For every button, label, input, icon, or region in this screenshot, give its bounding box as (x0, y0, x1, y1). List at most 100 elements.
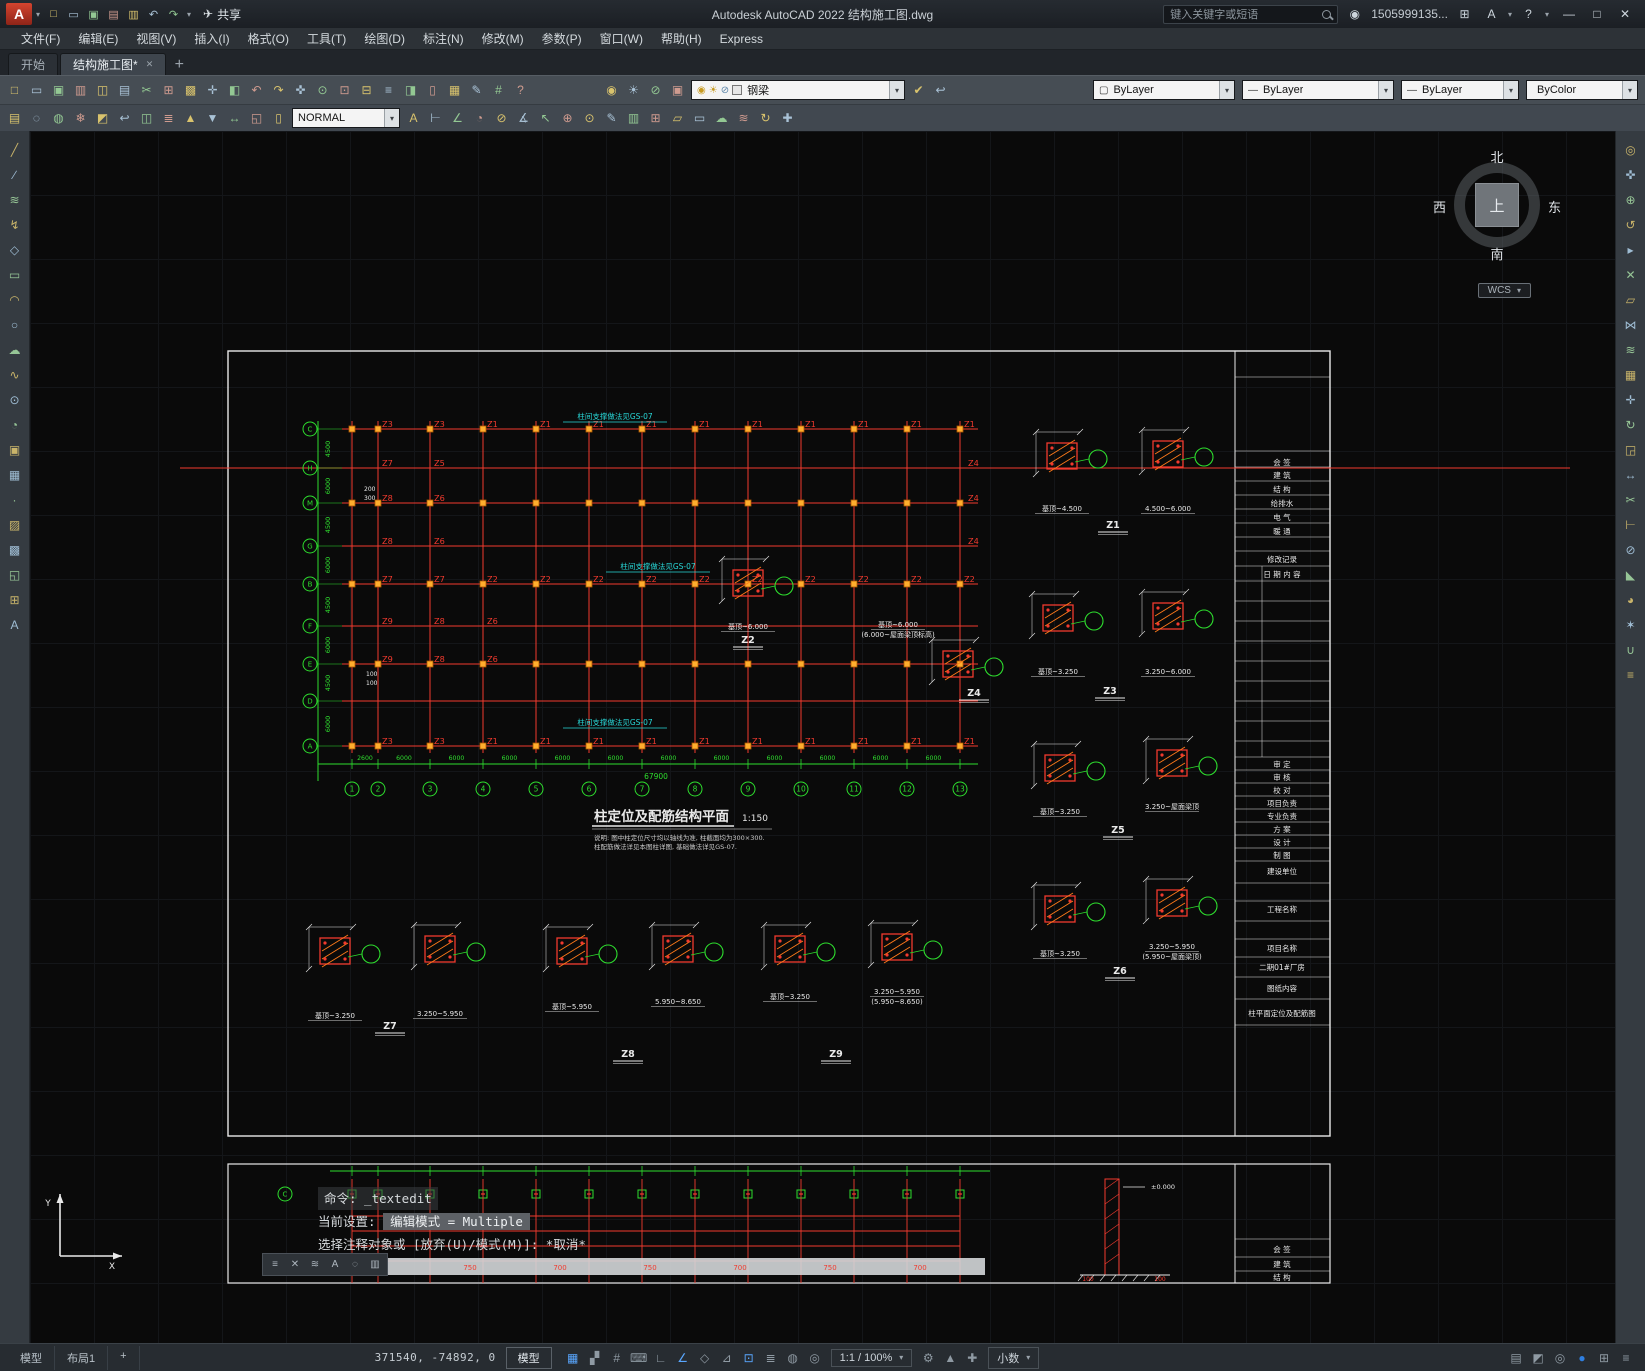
break-icon[interactable]: ⊘ (1619, 539, 1643, 561)
menu-item[interactable]: 格式(O) (239, 28, 298, 49)
annotation-scale-control[interactable]: 1:1 / 100% ▾ (830, 1348, 913, 1367)
draw-order-front-icon[interactable]: ▲ (180, 108, 201, 129)
menu-item[interactable]: 插入(I) (185, 28, 238, 49)
tolerance-icon[interactable]: ⊕ (557, 108, 578, 129)
copy-icon[interactable]: ⊞ (158, 80, 179, 101)
plot-preview-icon[interactable]: ◫ (92, 80, 113, 101)
designcenter-icon[interactable]: ◨ (400, 80, 421, 101)
menu-item[interactable]: 视图(V) (127, 28, 185, 49)
menu-item[interactable]: 标注(N) (414, 28, 473, 49)
properties-icon[interactable]: ≡ (1619, 664, 1643, 686)
model-space-button[interactable]: 模型 (505, 1346, 552, 1369)
offset-icon[interactable]: ≋ (1619, 339, 1643, 361)
dim-diameter-icon[interactable]: ⊘ (491, 108, 512, 129)
viewcube-east-label[interactable]: 东 (1548, 197, 1561, 216)
tab-drawing[interactable]: 结构施工图* ✕ (60, 53, 167, 75)
markup-icon[interactable]: ✎ (466, 80, 487, 101)
transparency-icon[interactable]: ◍ (782, 1348, 804, 1368)
user-icon[interactable]: ◉ (1344, 4, 1365, 25)
app-store-icon[interactable]: ⊞ (1454, 4, 1475, 25)
point-tool[interactable]: · (3, 489, 27, 511)
dim-update-icon[interactable]: ↻ (755, 108, 776, 129)
line-tool[interactable]: ╱ (3, 139, 27, 161)
pan-icon[interactable]: ✜ (290, 80, 311, 101)
clean-screen-icon[interactable]: ⊞ (1593, 1348, 1615, 1368)
dim-edit-icon[interactable]: ✎ (601, 108, 622, 129)
customization-icon[interactable]: ≡ (1615, 1348, 1637, 1368)
combo-caret-icon[interactable]: ▾ (1378, 81, 1393, 99)
explode-icon[interactable]: ✶ (1619, 614, 1643, 636)
block-editor-icon[interactable]: ◧ (224, 80, 245, 101)
text-style-caret-icon[interactable]: ▾ (384, 109, 399, 127)
leader-icon[interactable]: ↖ (535, 108, 556, 129)
app-menu-caret-icon[interactable]: ▾ (36, 10, 40, 19)
quick-properties-icon[interactable]: ▤ (1505, 1348, 1527, 1368)
zoom-window-icon[interactable]: ⊡ (334, 80, 355, 101)
new-layout-tab[interactable]: + (108, 1345, 140, 1370)
tab-start[interactable]: 开始 (8, 53, 59, 75)
make-object-layer-current-icon[interactable]: ✔ (908, 80, 929, 101)
show-motion-icon[interactable]: ▸ (1619, 239, 1643, 261)
layer-lock2-icon[interactable]: ◩ (92, 108, 113, 129)
navigation-wheel-icon[interactable]: ◎ (1619, 139, 1643, 161)
linetype-control[interactable]: — ByLayer ▾ (1242, 80, 1394, 100)
xline-tool[interactable]: ∕ (3, 164, 27, 186)
sheet-set-icon[interactable]: ▦ (444, 80, 465, 101)
dim-radius-icon[interactable]: ◔ (469, 108, 490, 129)
command-dock[interactable]: ≡ ✕ ≋ A ◌ ▥ (262, 1253, 388, 1276)
menu-item[interactable]: Express (711, 30, 772, 48)
scale-icon[interactable]: ◲ (1619, 439, 1643, 461)
selection-cycling-icon[interactable]: ◎ (804, 1348, 826, 1368)
stretch-icon[interactable]: ↔ (1619, 464, 1643, 486)
layer-properties-icon[interactable]: ▤ (4, 108, 25, 129)
measure-icon[interactable]: ↔ (224, 108, 245, 129)
qnew-icon[interactable]: □ (4, 80, 25, 101)
menu-item[interactable]: 绘图(D) (355, 28, 414, 49)
minimize-button[interactable]: — (1555, 4, 1583, 25)
ortho-icon[interactable]: ∟ (650, 1348, 672, 1368)
tool-palettes-icon[interactable]: ▯ (422, 80, 443, 101)
menu-item[interactable]: 文件(F) (12, 28, 69, 49)
orbit-icon[interactable]: ↺ (1619, 214, 1643, 236)
draw-order-back-icon[interactable]: ▼ (202, 108, 223, 129)
drawing-canvas[interactable]: 会 签建 筑结 构给排水电 气暖 通修改记录日 期 内 容审 定审 核校 对项目… (30, 131, 1615, 1343)
publish-icon[interactable]: ▤ (114, 80, 135, 101)
properties-icon[interactable]: ≡ (378, 80, 399, 101)
otrack-icon[interactable]: ⊿ (716, 1348, 738, 1368)
user-id[interactable]: 1505999135... (1371, 7, 1448, 21)
zoom-previous-icon[interactable]: ⊟ (356, 80, 377, 101)
viewcube-west-label[interactable]: 西 (1433, 197, 1446, 216)
table-icon[interactable]: ⊞ (645, 108, 666, 129)
viewcube[interactable]: 上 北 南 西 东 (1433, 149, 1561, 262)
maximize-button[interactable]: □ (1583, 4, 1611, 25)
move-icon[interactable]: ✛ (1619, 389, 1643, 411)
dim-angular-icon[interactable]: ∡ (513, 108, 534, 129)
annotation-visibility-icon[interactable]: ▲ (939, 1348, 961, 1368)
menu-item[interactable]: 工具(T) (298, 28, 355, 49)
quickcalc-icon[interactable]: # (488, 80, 509, 101)
save-as-icon[interactable]: ▤ (104, 5, 123, 24)
menu-item[interactable]: 编辑(E) (69, 28, 127, 49)
autoscale-icon[interactable]: ✚ (961, 1348, 983, 1368)
tab-close-icon[interactable]: ✕ (146, 59, 154, 70)
arc-tool[interactable]: ◠ (3, 289, 27, 311)
lock-ui-icon[interactable]: ◩ (1527, 1348, 1549, 1368)
new-file-icon[interactable]: □ (44, 5, 63, 24)
undo-icon[interactable]: ↶ (144, 5, 163, 24)
polygon-tool[interactable]: ◇ (3, 239, 27, 261)
center-mark-icon[interactable]: ⊙ (579, 108, 600, 129)
viewcube-top-face[interactable]: 上 (1475, 183, 1519, 227)
lineweight-icon[interactable]: ≣ (760, 1348, 782, 1368)
color-control[interactable]: ▢ ByLayer ▾ (1093, 80, 1235, 100)
chamfer-icon[interactable]: ◣ (1619, 564, 1643, 586)
mline-tool[interactable]: ≋ (3, 189, 27, 211)
zoom-realtime-icon[interactable]: ⊙ (312, 80, 333, 101)
new-tab-button[interactable]: + (168, 55, 190, 75)
snap-icon[interactable]: ▞ (584, 1348, 606, 1368)
ellipse-arc-tool[interactable]: ◔ (3, 414, 27, 436)
trim-icon[interactable]: ✂ (1619, 489, 1643, 511)
match-properties-icon[interactable]: ✛ (202, 80, 223, 101)
layer-states-icon[interactable]: ≣ (158, 108, 179, 129)
table-tool[interactable]: ⊞ (3, 589, 27, 611)
redo-icon[interactable]: ↷ (164, 5, 183, 24)
